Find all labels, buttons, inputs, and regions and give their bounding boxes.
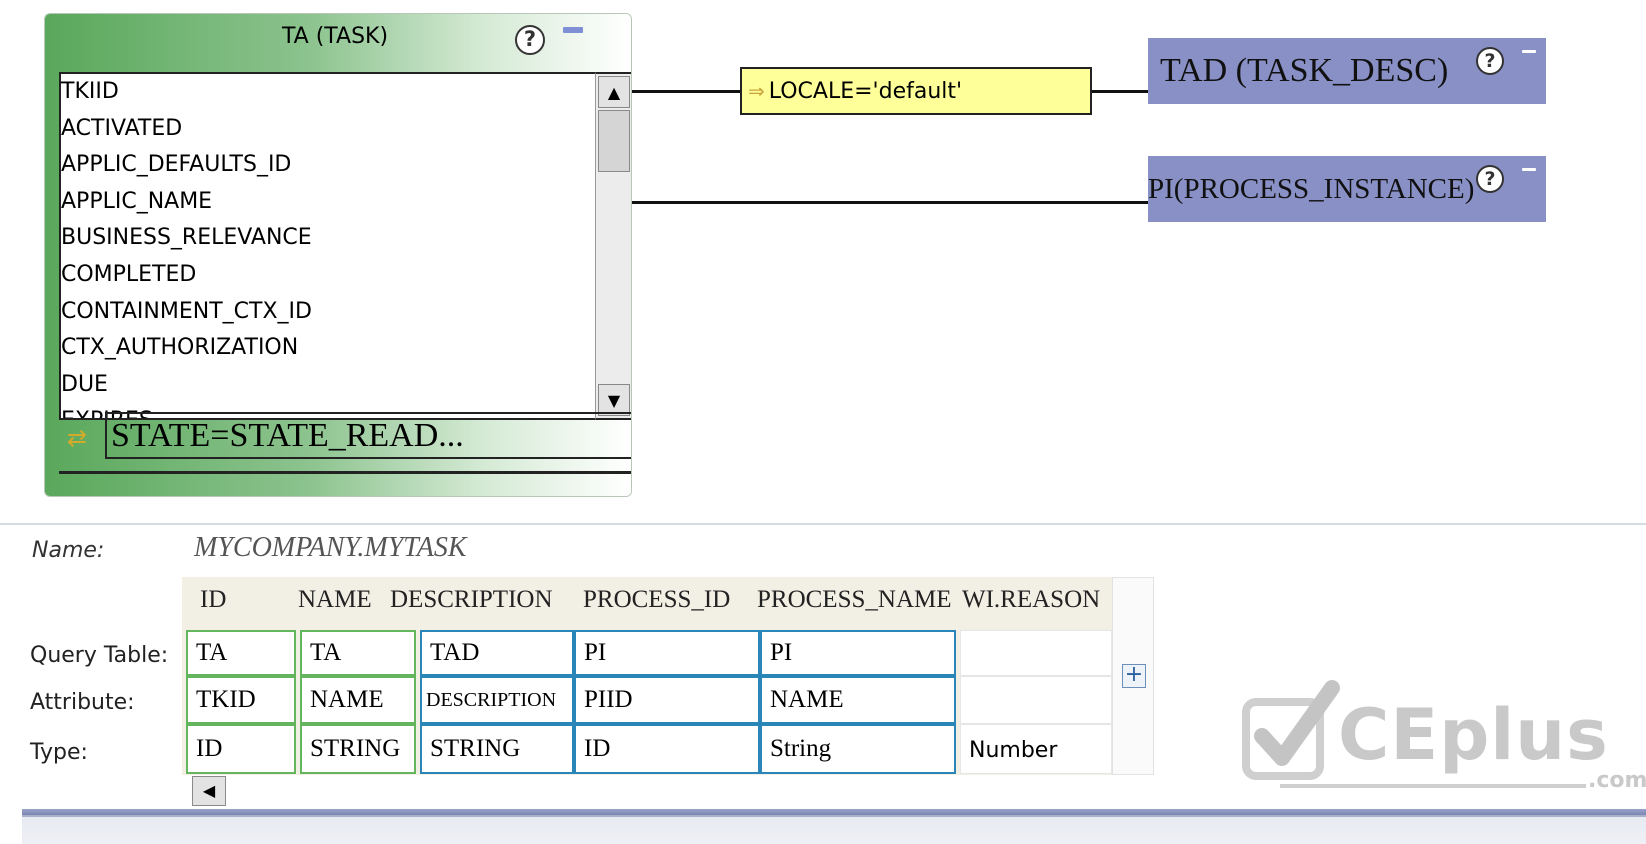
list-item[interactable]: APPLIC_DEFAULTS_ID [61,147,595,184]
scroll-up-arrow-icon[interactable]: ▲ [598,76,630,108]
join-icon: ⇒ [748,79,765,103]
join-line-left [632,90,740,93]
divider [59,471,631,474]
attribute-list[interactable]: TKIID ACTIVATED APPLIC_DEFAULTS_ID APPLI… [59,72,595,420]
divider [22,815,1646,817]
column-header[interactable]: ID [200,586,226,614]
watermark-logo: CEplus .com [1240,680,1646,800]
checkmark-icon [1242,680,1340,780]
table-cell[interactable]: Number [960,724,1112,774]
table-cell[interactable]: NAME [300,676,416,724]
scroll-left-arrow-icon[interactable]: ◀ [192,776,226,806]
join-line-right [1092,90,1148,93]
table-cell[interactable]: TA [300,630,416,676]
scrollbar-thumb[interactable] [598,110,630,172]
question-mark-icon[interactable]: ? [515,25,545,55]
table-cell[interactable]: ID [574,724,760,774]
join-condition-box[interactable]: ⇒ LOCALE='default' [740,67,1092,115]
minimize-icon[interactable] [563,27,583,33]
list-item[interactable]: ACTIVATED [61,111,595,148]
table-cell[interactable]: DESCRIPTION [420,676,574,724]
table-cell[interactable]: STRING [300,724,416,774]
watermark-text: CEplus [1338,694,1609,776]
watermark-suffix: .com [1588,768,1646,793]
list-item[interactable]: COMPLETED [61,257,595,294]
panel-divider [0,523,1646,525]
question-mark-icon[interactable]: ? [1476,47,1504,75]
column-header[interactable]: WI.REASON [962,586,1100,614]
table-cell[interactable]: PI [760,630,956,676]
table-cell[interactable] [960,676,1112,724]
table-cell[interactable]: TA [186,630,296,676]
table-cell[interactable] [960,630,1112,676]
plus-icon[interactable]: + [1122,664,1146,688]
name-value[interactable]: MYCOMPANY.MYTASK [194,532,467,564]
minimize-icon[interactable] [1522,50,1536,53]
state-filter-condition[interactable]: STATE=STATE_READ... [105,412,631,459]
row-label-query-table: Query Table: [30,643,169,668]
column-header[interactable]: PROCESS_NAME [757,586,952,614]
table-cell[interactable]: NAME [760,676,956,724]
table-cell[interactable]: TKID [186,676,296,724]
list-item[interactable]: CTX_AUTHORIZATION [61,330,595,367]
task-desc-table-title: TAD (TASK_DESC) [1160,52,1449,89]
process-instance-table-title: PI(PROCESS_INSTANCE) [1148,173,1475,205]
column-header[interactable]: DESCRIPTION [390,586,553,614]
table-cell[interactable]: TAD [420,630,574,676]
column-header[interactable]: NAME [298,586,372,614]
question-mark-icon[interactable]: ? [1476,165,1504,193]
filter-icon: ⇄ [67,424,88,452]
row-label-attribute: Attribute: [30,690,135,715]
row-label-type: Type: [30,740,88,765]
task-desc-table-box[interactable]: TAD (TASK_DESC) ? [1148,38,1546,104]
join-line-pi [632,201,1148,204]
table-cell[interactable]: PIID [574,676,760,724]
attribute-list-scrollbar[interactable]: ▲ ▼ [595,72,631,420]
minimize-icon[interactable] [1522,168,1536,171]
list-item[interactable]: BUSINESS_RELEVANCE [61,220,595,257]
list-item[interactable]: APPLIC_NAME [61,184,595,221]
table-cell[interactable]: ID [186,724,296,774]
join-condition-text: LOCALE='default' [768,79,963,104]
watermark-underline [1280,784,1586,788]
list-item[interactable]: DUE [61,367,595,404]
name-label: Name: [32,538,105,563]
table-cell[interactable]: STRING [420,724,574,774]
process-instance-table-box[interactable]: PI(PROCESS_INSTANCE) ? [1148,156,1546,222]
table-cell[interactable]: PI [574,630,760,676]
list-item[interactable]: CONTAINMENT_CTX_ID [61,294,595,331]
task-table-box[interactable]: TA (TASK) ? TKIID ACTIVATED APPLIC_DEFAU… [44,13,632,497]
column-header[interactable]: PROCESS_ID [583,586,730,614]
table-cell[interactable]: String [760,724,956,774]
list-item[interactable]: TKIID [61,74,595,111]
